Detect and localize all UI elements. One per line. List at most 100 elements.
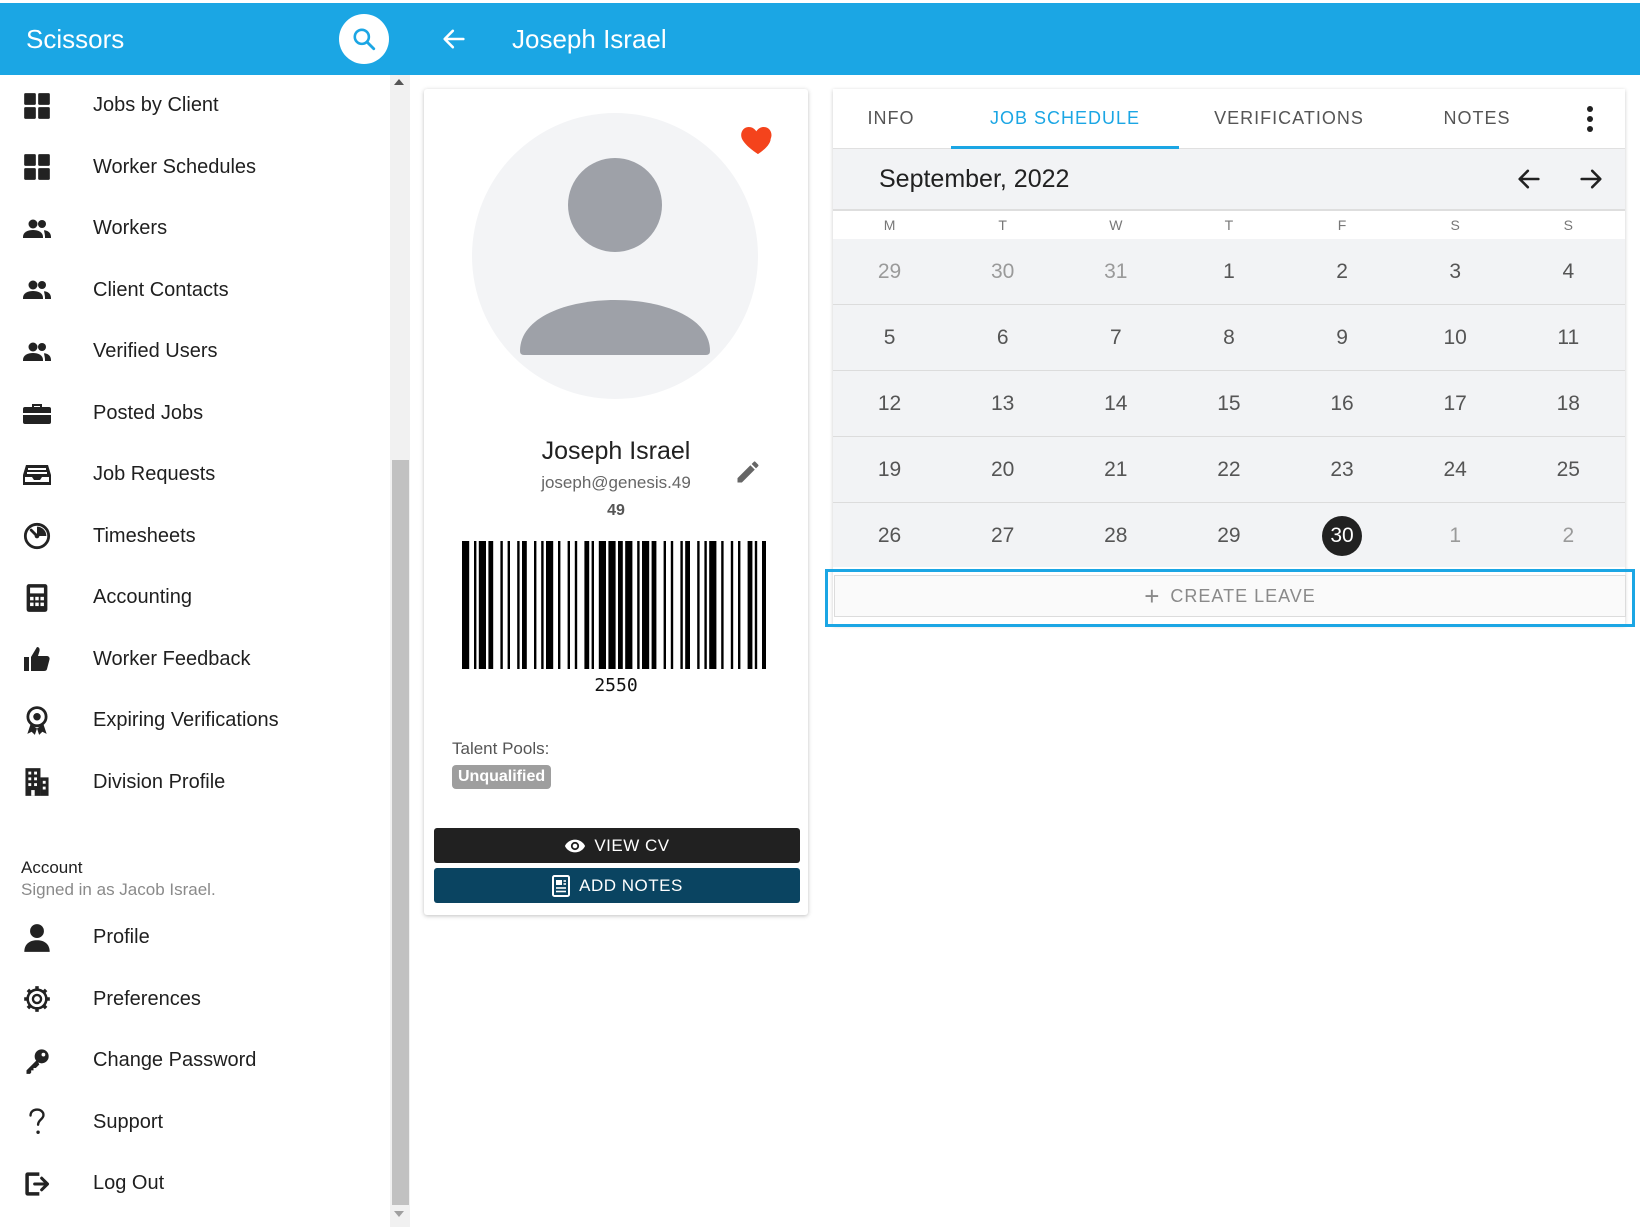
- sidebar-item-verified-users[interactable]: Verified Users: [0, 321, 390, 383]
- calendar-day[interactable]: 1: [1399, 503, 1512, 569]
- sidebar-item-division-profile[interactable]: Division Profile: [0, 752, 390, 814]
- calendar-day-number: 11: [1557, 325, 1580, 349]
- sidebar-item-accounting[interactable]: Accounting: [0, 567, 390, 629]
- sidebar-item-posted-jobs[interactable]: Posted Jobs: [0, 383, 390, 445]
- tab-job-schedule[interactable]: JOB SCHEDULE: [951, 89, 1179, 149]
- calendar-day[interactable]: 3: [1399, 239, 1512, 304]
- calendar-day[interactable]: 29: [833, 239, 946, 304]
- view-cv-button[interactable]: VIEW CV: [434, 828, 800, 863]
- calendar-day[interactable]: 4: [1512, 239, 1625, 304]
- calendar-day[interactable]: 15: [1172, 371, 1285, 436]
- talent-pools-label: Talent Pools:: [452, 739, 550, 758]
- sidebar-item-log-out[interactable]: Log Out: [0, 1153, 390, 1215]
- sidebar-item-preferences[interactable]: Preferences: [0, 969, 390, 1031]
- create-leave-label: CREATE LEAVE: [1170, 585, 1316, 606]
- tab-notes[interactable]: NOTES: [1399, 89, 1555, 149]
- add-notes-button[interactable]: ADD NOTES: [434, 868, 800, 903]
- calendar-day[interactable]: 9: [1286, 305, 1399, 370]
- calculator-icon: [22, 583, 52, 613]
- scrollbar-thumb[interactable]: [392, 460, 409, 1205]
- calendar-day[interactable]: 28: [1059, 503, 1172, 569]
- more-vert-icon[interactable]: [1575, 103, 1605, 135]
- calendar-week-row: 12 13 14 15 16 17 18: [833, 371, 1625, 437]
- next-month-button[interactable]: [1571, 159, 1611, 199]
- calendar-day[interactable]: 23: [1286, 437, 1399, 502]
- calendar: September, 2022 MTWTFSS 29 30 31 1 2 3 4 5 6 7 8 9 1…: [833, 149, 1625, 567]
- calendar-day[interactable]: 19: [833, 437, 946, 502]
- calendar-day[interactable]: 27: [946, 503, 1059, 569]
- calendar-day-number: 13: [991, 391, 1015, 415]
- tab-verifications-label: VERIFICATIONS: [1214, 108, 1364, 128]
- calendar-day-number: 24: [1443, 457, 1467, 481]
- calendar-day-number: 3: [1449, 259, 1462, 283]
- sidebar-item-label: Worker Feedback: [93, 647, 251, 670]
- create-leave-button[interactable]: + CREATE LEAVE: [834, 575, 1626, 617]
- sidebar-item-worker-schedules[interactable]: Worker Schedules: [0, 137, 390, 199]
- plus-icon: +: [1144, 580, 1161, 611]
- sidebar-item-support[interactable]: Support: [0, 1092, 390, 1154]
- view-cv-label: VIEW CV: [594, 835, 670, 855]
- calendar-day[interactable]: 17: [1399, 371, 1512, 436]
- calendar-day[interactable]: 13: [946, 371, 1059, 436]
- sidebar-item-label: Posted Jobs: [93, 401, 204, 424]
- calendar-day[interactable]: 2: [1512, 503, 1625, 569]
- tab-notes-label: NOTES: [1443, 108, 1511, 128]
- search-button[interactable]: [339, 14, 389, 64]
- tab-verifications[interactable]: VERIFICATIONS: [1179, 89, 1399, 149]
- calendar-day[interactable]: 1: [1172, 239, 1285, 304]
- sidebar-item-expiring-verifications[interactable]: Expiring Verifications: [0, 690, 390, 752]
- calendar-day[interactable]: 16: [1286, 371, 1399, 436]
- scroll-down-arrow[interactable]: [394, 1211, 404, 1217]
- sidebar-item-label: Profile: [93, 926, 150, 949]
- tab-info-label: INFO: [867, 108, 915, 128]
- favorite-heart-icon[interactable]: [738, 119, 778, 159]
- calendar-day[interactable]: 7: [1059, 305, 1172, 370]
- calendar-day-number: 15: [1217, 391, 1241, 415]
- weekday-label: S: [1563, 217, 1573, 233]
- back-button[interactable]: [432, 17, 476, 61]
- calendar-day[interactable]: 29: [1172, 503, 1285, 569]
- calendar-day[interactable]: 21: [1059, 437, 1172, 502]
- calendar-day-number: 30: [1322, 516, 1363, 556]
- arrow-left-icon: [443, 29, 465, 49]
- calendar-day[interactable]: 12: [833, 371, 946, 436]
- calendar-day[interactable]: 30: [946, 239, 1059, 304]
- sidebar-item-job-requests[interactable]: Job Requests: [0, 444, 390, 506]
- add-notes-label: ADD NOTES: [579, 875, 683, 895]
- calendar-day-number: 16: [1330, 391, 1354, 415]
- calendar-month: September, 2022: [879, 164, 1070, 193]
- notes-icon: [551, 874, 571, 897]
- scroll-up-arrow[interactable]: [394, 79, 404, 85]
- calendar-day[interactable]: 18: [1512, 371, 1625, 436]
- sidebar-item-label: Change Password: [93, 1049, 257, 1072]
- timer-icon: [22, 521, 52, 551]
- calendar-day-number: 17: [1443, 391, 1467, 415]
- calendar-day[interactable]: 10: [1399, 305, 1512, 370]
- calendar-day[interactable]: 8: [1172, 305, 1285, 370]
- sidebar-item-workers[interactable]: Workers: [0, 198, 390, 260]
- calendar-day[interactable]: 31: [1059, 239, 1172, 304]
- sidebar-item-profile[interactable]: Profile: [0, 907, 390, 969]
- calendar-day-number: 28: [1104, 524, 1128, 547]
- calendar-day-today[interactable]: 30: [1286, 503, 1399, 569]
- sidebar-item-worker-feedback[interactable]: Worker Feedback: [0, 629, 390, 691]
- sidebar-item-jobs-by-client[interactable]: Jobs by Client: [0, 75, 390, 137]
- sidebar-item-timesheets[interactable]: Timesheets: [0, 506, 390, 568]
- calendar-day[interactable]: 14: [1059, 371, 1172, 436]
- calendar-day-number: 12: [877, 391, 902, 415]
- calendar-day[interactable]: 5: [833, 305, 946, 370]
- sidebar-item-client-contacts[interactable]: Client Contacts: [0, 260, 390, 322]
- sidebar-item-change-password[interactable]: Change Password: [0, 1030, 390, 1092]
- calendar-day[interactable]: 2: [1286, 239, 1399, 304]
- calendar-day[interactable]: 6: [946, 305, 1059, 370]
- calendar-day[interactable]: 25: [1512, 437, 1625, 502]
- prev-month-button[interactable]: [1509, 159, 1549, 199]
- calendar-day[interactable]: 22: [1172, 437, 1285, 502]
- tab-info[interactable]: INFO: [833, 89, 949, 149]
- people-icon: [22, 275, 52, 305]
- calendar-day[interactable]: 26: [833, 503, 946, 569]
- calendar-day-number: 4: [1562, 259, 1575, 283]
- calendar-day[interactable]: 24: [1399, 437, 1512, 502]
- calendar-day[interactable]: 11: [1512, 305, 1625, 370]
- calendar-day[interactable]: 20: [946, 437, 1059, 502]
